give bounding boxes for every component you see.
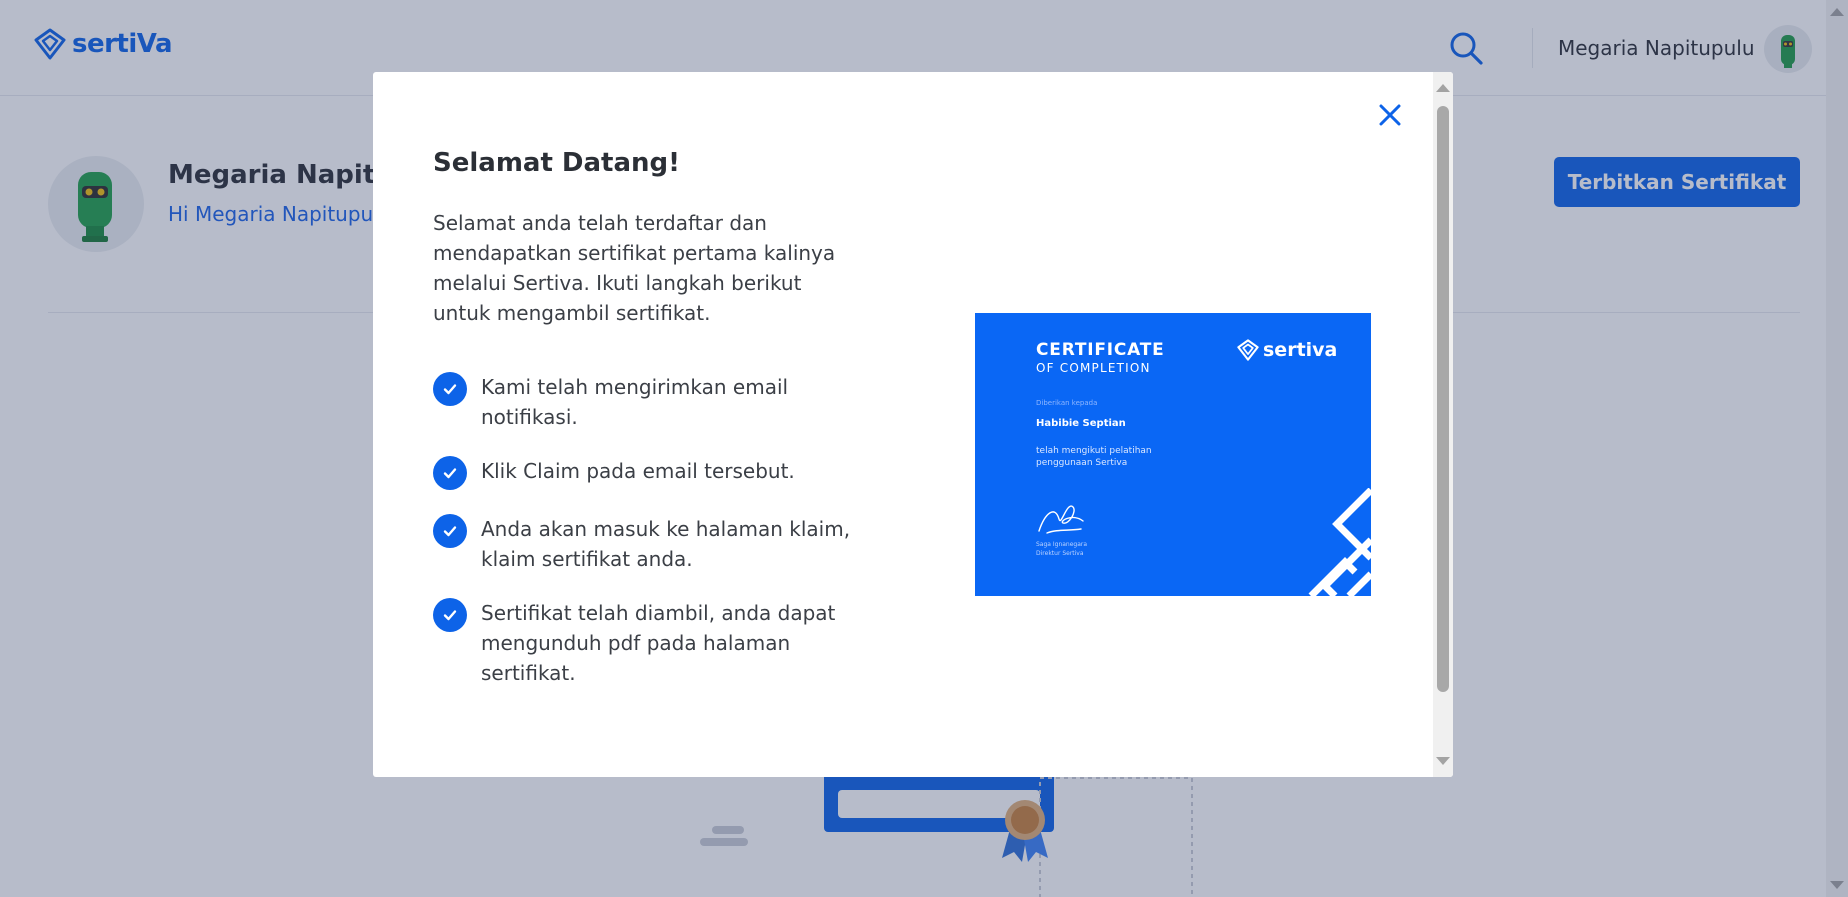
modal-title: Selamat Datang!	[433, 148, 681, 178]
step-text: Anda akan masuk ke halaman klaim, klaim …	[481, 517, 851, 571]
certificate-description: telah mengikuti pelatihan penggunaan Ser…	[1036, 446, 1152, 468]
certificate-subtitle: OF COMPLETION	[1036, 361, 1151, 375]
step-item: Klik Claim pada email tersebut.	[433, 456, 863, 490]
signature-icon	[1038, 505, 1084, 534]
step-text: Klik Claim pada email tersebut.	[481, 459, 795, 483]
claim-steps-list: Kami telah mengirimkan email notifikasi.…	[433, 372, 863, 712]
certificate-logo: sertiva	[1237, 339, 1337, 361]
check-icon	[433, 372, 467, 406]
modal-scroll-up-arrow[interactable]	[1436, 84, 1450, 92]
modal-scroll-thumb[interactable]	[1437, 106, 1449, 692]
check-icon	[433, 598, 467, 632]
step-item: Sertifikat telah diambil, anda dapat men…	[433, 598, 863, 688]
close-button[interactable]	[1373, 98, 1407, 132]
modal-intro-text: Selamat anda telah terdaftar dan mendapa…	[433, 211, 836, 325]
logo-icon	[1237, 339, 1259, 361]
modal-scroll-down-arrow[interactable]	[1436, 757, 1450, 765]
step-item: Kami telah mengirimkan email notifikasi.	[433, 372, 863, 432]
welcome-modal: Selamat Datang! Selamat anda telah terda…	[373, 72, 1453, 777]
certificate-given-to: Diberikan kepada	[1036, 399, 1098, 407]
modal-scrollbar[interactable]	[1433, 72, 1453, 777]
check-icon	[433, 514, 467, 548]
check-icon	[433, 456, 467, 490]
certificate-signer-role: Direktur Sertiva	[1036, 550, 1084, 557]
close-icon	[1379, 104, 1401, 126]
step-text: Kami telah mengirimkan email notifikasi.	[481, 375, 789, 429]
certificate-title: CERTIFICATE	[1036, 340, 1165, 360]
certificate-logo-text: sertiva	[1263, 339, 1338, 361]
step-text: Sertifikat telah diambil, anda dapat men…	[481, 601, 836, 685]
certificate-preview: CERTIFICATE OF COMPLETION sertiva Diberi…	[975, 313, 1371, 596]
step-item: Anda akan masuk ke halaman klaim, klaim …	[433, 514, 863, 574]
certificate-pattern	[1308, 488, 1371, 596]
certificate-signer: Saga Ignanegara	[1036, 541, 1088, 548]
certificate-recipient: Habibie Septian	[1036, 418, 1126, 429]
